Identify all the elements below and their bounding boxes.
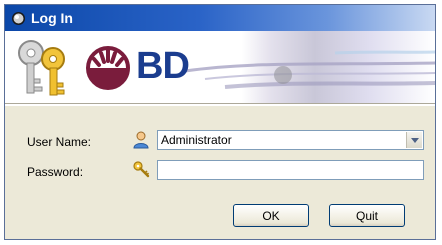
title-bar[interactable]: Log In: [5, 5, 435, 31]
keys-icon: [18, 40, 65, 96]
banner-divider: [5, 103, 435, 106]
quit-button[interactable]: Quit: [329, 204, 405, 227]
dropdown-arrow-icon[interactable]: [406, 132, 422, 148]
login-dialog: Log In BD User Name: Administrator Passw…: [4, 4, 436, 240]
username-label: User Name:: [27, 135, 92, 149]
window-title: Log In: [31, 10, 73, 26]
brand-banner: BD: [5, 31, 435, 103]
username-value: Administrator: [161, 133, 232, 147]
ok-button[interactable]: OK: [233, 204, 309, 227]
bd-sun-logo-icon: [86, 46, 130, 90]
username-select[interactable]: Administrator: [157, 130, 424, 150]
user-icon: [133, 131, 149, 149]
password-input[interactable]: [157, 160, 424, 180]
app-icon: [10, 10, 26, 26]
key-icon: [133, 161, 150, 178]
password-label: Password:: [27, 165, 84, 179]
brand-name: BD: [136, 45, 190, 87]
